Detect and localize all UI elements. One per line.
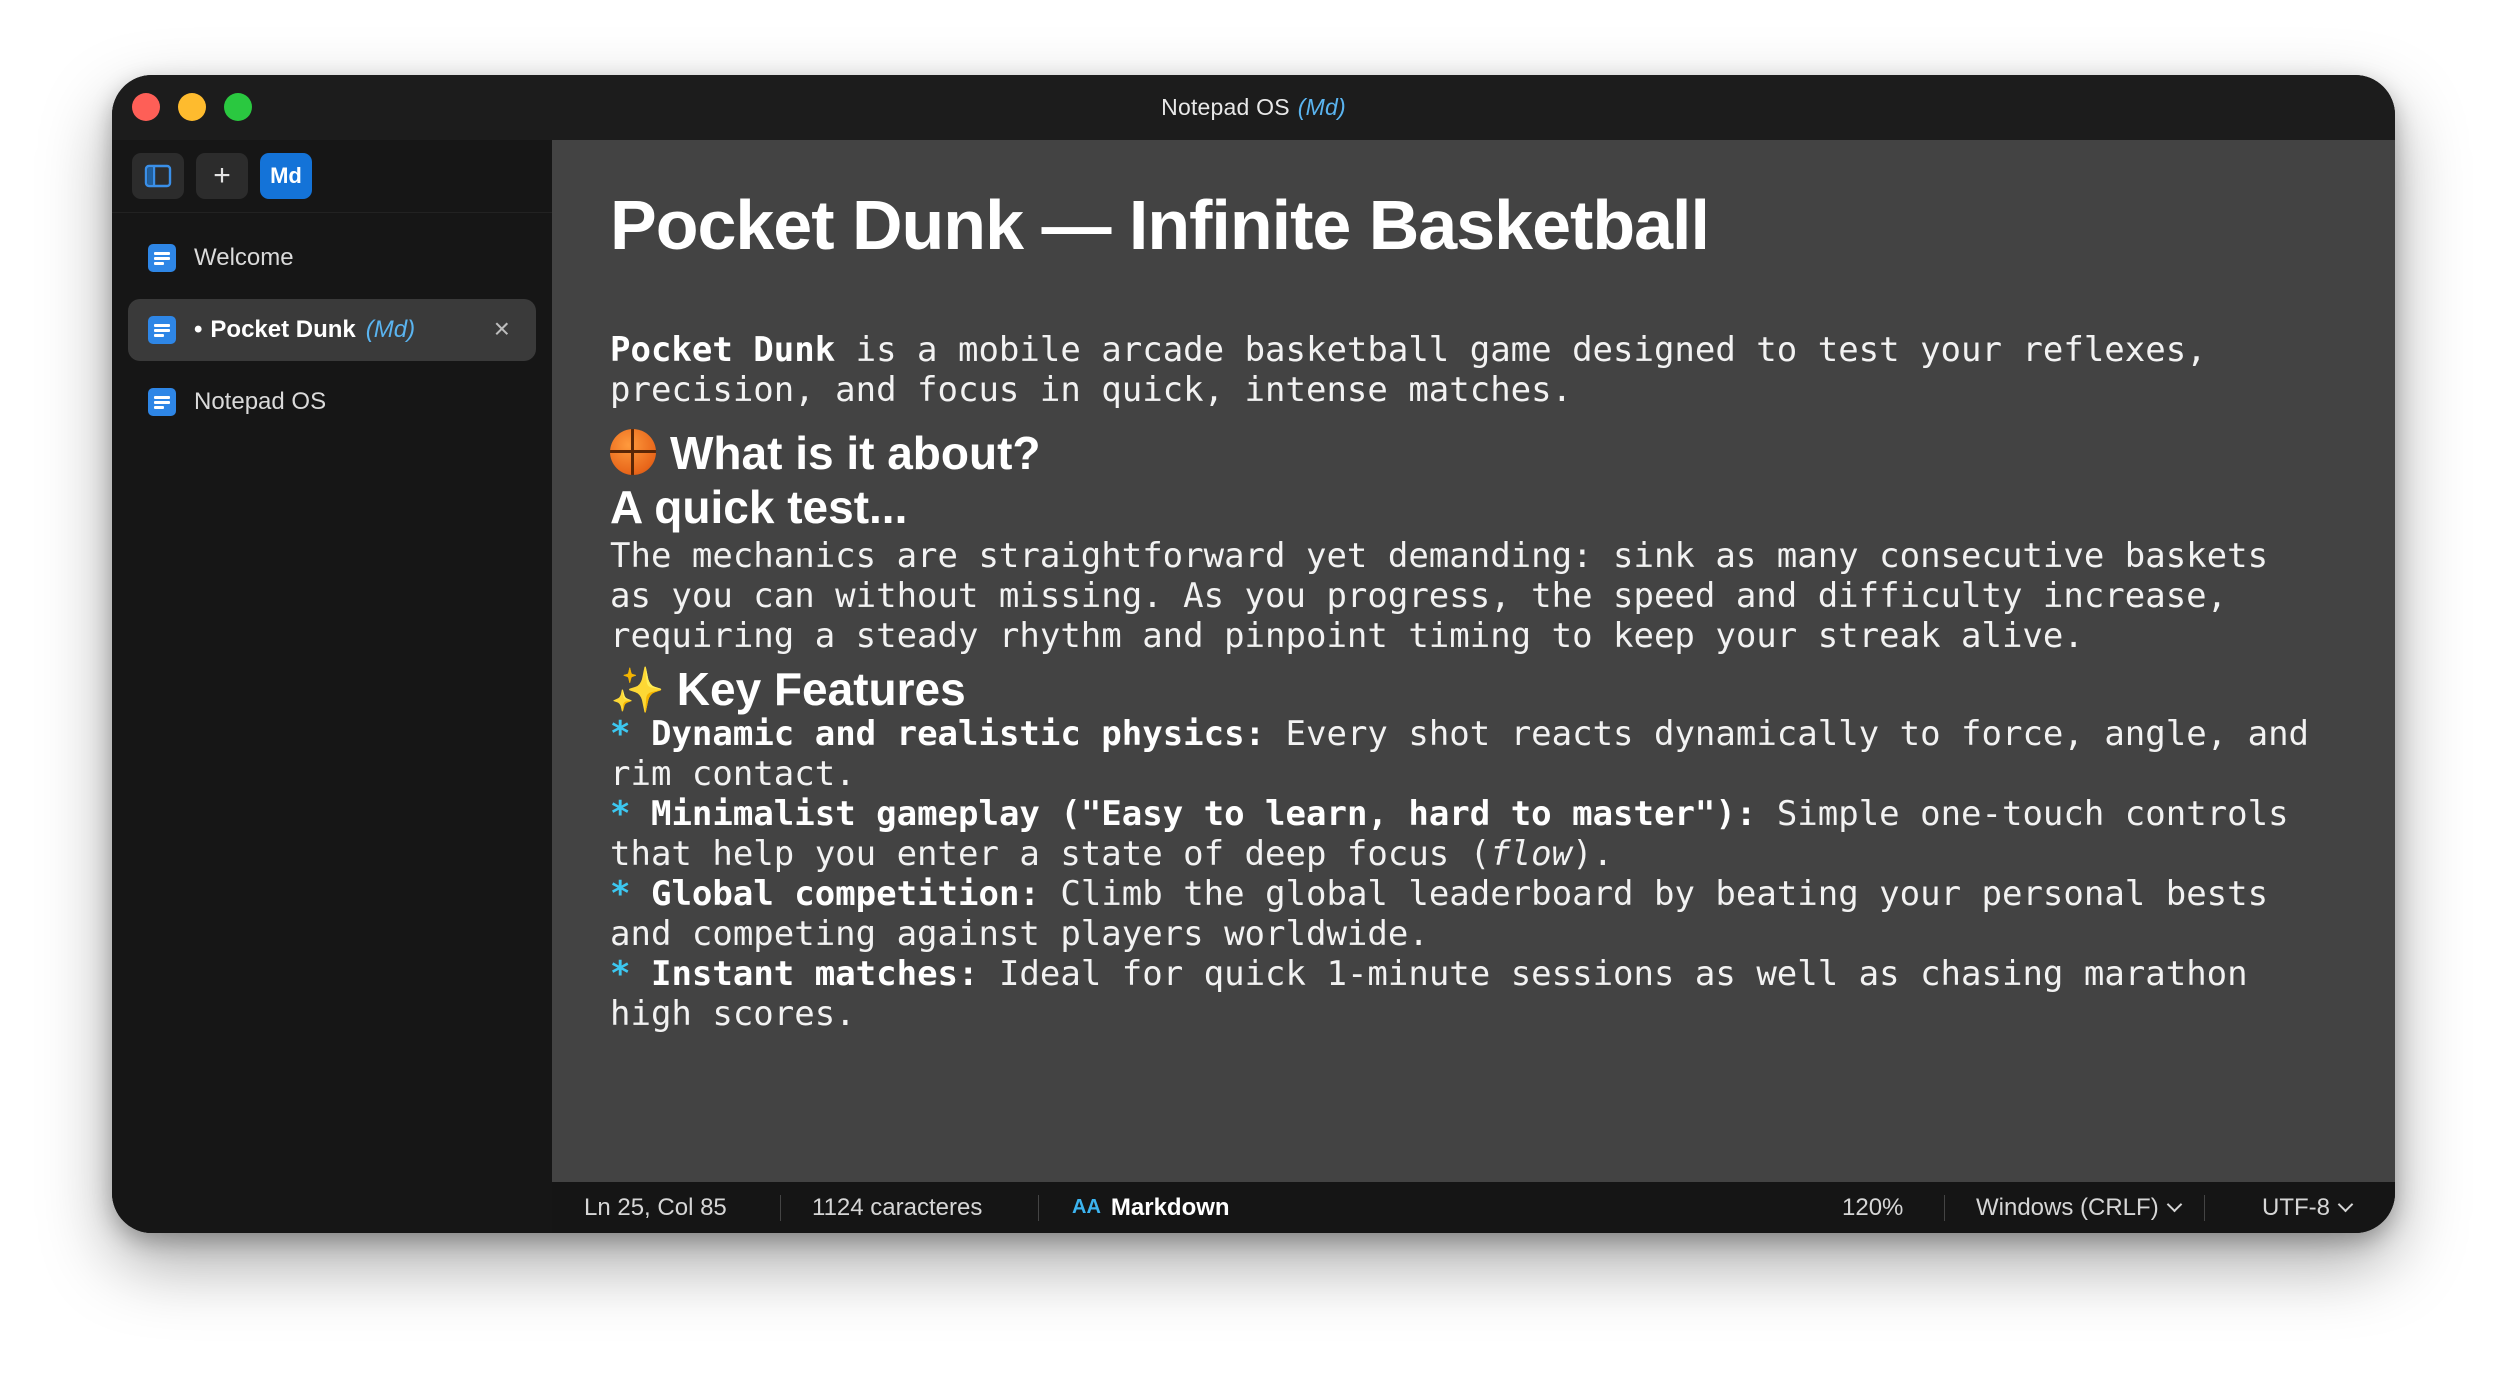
- window-title: Notepad OS (Md): [1161, 94, 1346, 121]
- window-title-mode: (Md): [1297, 94, 1346, 120]
- sidebar-item-label: Welcome: [194, 244, 294, 271]
- sidebar-item-pocket-dunk[interactable]: • Pocket Dunk (Md) ×: [128, 299, 536, 361]
- sidebar-icon: [144, 164, 172, 188]
- status-divider: [1038, 1195, 1039, 1221]
- about-line1: The mechanics are straightforward yet de…: [610, 536, 2269, 576]
- character-count: 1124 caracteres: [812, 1193, 983, 1221]
- feature-text-cont: high scores.: [610, 994, 856, 1034]
- encoding-label: UTF-8: [2262, 1193, 2330, 1221]
- chevron-down-icon: [2166, 1196, 2182, 1213]
- sidebar-item-label: Notepad OS: [194, 388, 327, 415]
- feature-title: Global competition:: [650, 874, 1040, 914]
- minimize-window-button[interactable]: [178, 93, 206, 121]
- status-divider: [2204, 1195, 2205, 1221]
- bullet-marker: *: [610, 714, 631, 754]
- language-label: Markdown: [1110, 1193, 1230, 1221]
- line-ending-label: Windows (CRLF): [1976, 1193, 2159, 1221]
- feature-text-cont: rim contact.: [610, 754, 856, 794]
- unsaved-dot: •: [194, 316, 203, 343]
- zoom-level[interactable]: 120%: [1842, 1182, 1903, 1233]
- feature-title: Instant matches:: [650, 954, 979, 994]
- intro-bold: Pocket Dunk: [610, 330, 836, 370]
- feature-text: Every shot reacts dynamically to force, …: [1265, 714, 2310, 754]
- encoding-selector[interactable]: UTF-8: [2262, 1182, 2354, 1233]
- sidebar-toolbar: + Md: [112, 140, 552, 213]
- intro-line2: precision, and focus in quick, intense m…: [610, 370, 1573, 410]
- markdown-mode-button[interactable]: Md: [260, 153, 312, 199]
- bullet-marker: *: [610, 874, 631, 914]
- document-icon: [148, 244, 176, 272]
- section-heading-features-text: Key Features: [676, 663, 966, 715]
- close-window-button[interactable]: [132, 93, 160, 121]
- section-subheading: A quick test...: [610, 481, 908, 533]
- sparkles-icon: ✨: [610, 666, 665, 715]
- feature-title: Minimalist gameplay ("Easy to learn, har…: [650, 794, 1757, 834]
- section-heading-about: What is it about?: [610, 426, 1041, 480]
- section-heading-features: ✨ Key Features: [610, 662, 966, 718]
- document-list: Welcome • Pocket Dunk (Md) × Notepad OS: [112, 213, 552, 433]
- sidebar-item-mode: (Md): [365, 316, 416, 343]
- feature-text: Ideal for quick 1-minute sessions as wel…: [978, 954, 2248, 994]
- feature-title: Dynamic and realistic physics:: [650, 714, 1266, 754]
- feature-italic: flow: [1490, 834, 1573, 874]
- feature-text: Climb the global leaderboard by beating …: [1039, 874, 2269, 914]
- document-icon: [148, 316, 176, 344]
- bullet-marker: *: [610, 794, 631, 834]
- about-paragraph: The mechanics are straightforward yet de…: [610, 536, 2370, 656]
- new-document-button[interactable]: +: [196, 153, 248, 199]
- document-icon: [148, 388, 176, 416]
- features-list: * Dynamic and realistic physics: Every s…: [610, 714, 2370, 1034]
- status-bar: Ln 25, Col 85 1124 caracteres AA Markdown…: [552, 1182, 2395, 1233]
- list-item: * Dynamic and realistic physics: Every s…: [610, 714, 2370, 794]
- maximize-window-button[interactable]: [224, 93, 252, 121]
- feature-text-end: ).: [1572, 834, 1614, 874]
- status-divider: [1944, 1195, 1945, 1221]
- intro-paragraph: Pocket Dunk is a mobile arcade basketbal…: [610, 330, 2370, 410]
- app-window: Notepad OS (Md) + Md Welcome • Pocket Du…: [112, 75, 2395, 1233]
- feature-text-cont: and competing against players worldwide.: [610, 914, 1429, 954]
- feature-text: Simple one-touch controls: [1756, 794, 2289, 834]
- about-line3: requiring a steady rhythm and pinpoint t…: [610, 616, 2084, 656]
- status-divider: [780, 1195, 781, 1221]
- line-ending-selector[interactable]: Windows (CRLF): [1976, 1182, 2182, 1233]
- language-selector[interactable]: AA Markdown: [1072, 1182, 1230, 1233]
- basketball-icon: [610, 429, 656, 475]
- intro-line1: is a mobile arcade basketball game desig…: [835, 330, 2207, 370]
- toggle-sidebar-button[interactable]: [132, 153, 184, 199]
- language-icon: AA: [1072, 1196, 1101, 1218]
- close-document-icon[interactable]: ×: [494, 313, 510, 345]
- sidebar-item-label: Pocket Dunk: [210, 316, 356, 343]
- list-item: * Global competition: Climb the global l…: [610, 874, 2370, 954]
- window-title-text: Notepad OS: [1161, 94, 1290, 120]
- bullet-marker: *: [610, 954, 631, 994]
- document-title: Pocket Dunk — Infinite Basketball: [610, 186, 1710, 264]
- about-line2: as you can without missing. As you progr…: [610, 576, 2228, 616]
- sidebar-item-welcome[interactable]: Welcome: [128, 227, 536, 289]
- cursor-position[interactable]: Ln 25, Col 85: [584, 1182, 727, 1233]
- feature-text-cont: that help you enter a state of deep focu…: [610, 834, 1491, 874]
- chevron-down-icon: [2337, 1196, 2354, 1213]
- list-item: * Minimalist gameplay ("Easy to learn, h…: [610, 794, 2370, 874]
- title-bar[interactable]: Notepad OS (Md): [112, 75, 2395, 140]
- section-heading-about-text: What is it about?: [670, 427, 1041, 479]
- list-item: * Instant matches: Ideal for quick 1-min…: [610, 954, 2370, 1034]
- editor-area[interactable]: Pocket Dunk — Infinite Basketball Pocket…: [552, 140, 2395, 1182]
- sidebar-item-notepad-os[interactable]: Notepad OS: [128, 371, 536, 433]
- sidebar: + Md Welcome • Pocket Dunk (Md) × Notepa…: [112, 140, 552, 1233]
